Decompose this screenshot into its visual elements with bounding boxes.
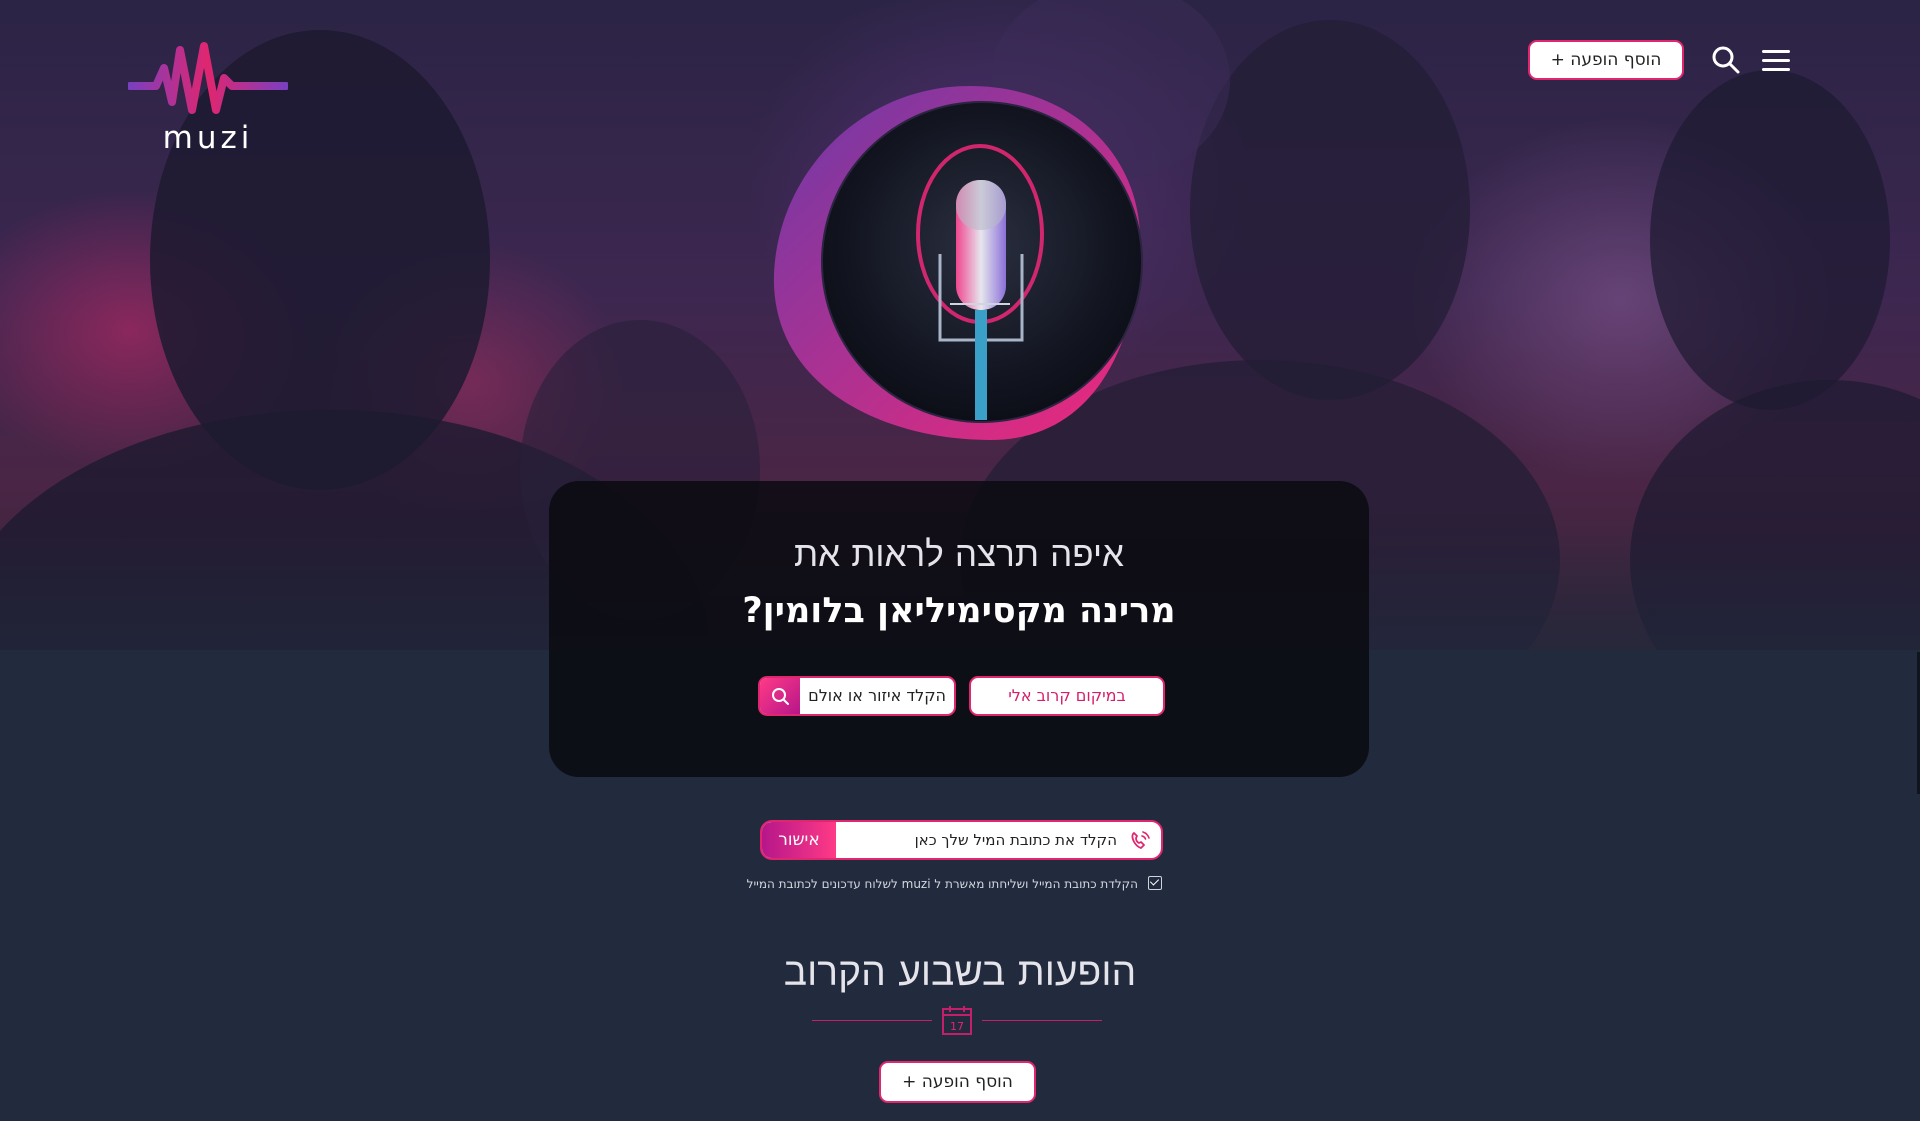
area-search-box[interactable]: הקלד איזור או אולם [758,676,956,716]
calendar-icon: 17 [942,1006,972,1035]
panel-subtitle: איפה תרצה לראות את [793,535,1125,575]
title-divider-left [812,1020,932,1021]
artist-avatar [773,86,1143,440]
muzi-logo[interactable]: muzi [126,38,290,156]
search-icon [772,688,789,705]
consent-checkbox[interactable] [1148,876,1162,890]
near-me-button[interactable]: במיקום קרוב אלי [969,676,1165,716]
consent-text: הקלדת כתובת המייל ושליחתו מאשרת ל muzi ל… [746,877,1138,891]
area-search-submit[interactable] [760,678,800,714]
email-input[interactable]: הקלד את כתובת המיל שלך כאן [915,822,1117,858]
search-icon[interactable] [1712,46,1740,74]
logo-wordmark: muzi [162,120,254,156]
add-show-button-bottom[interactable]: + הוסף הופעה [879,1061,1036,1103]
title-divider-right [982,1020,1102,1021]
newsletter-consent: הקלדת כתובת המייל ושליחתו מאשרת ל muzi ל… [747,875,1162,893]
area-search-input[interactable]: הקלד איזור או אולם [808,678,946,714]
menu-icon[interactable] [1762,50,1790,72]
phone-icon [1131,831,1150,849]
calendar-day: 17 [950,1020,964,1033]
location-search-panel: איפה תרצה לראות את מרינה מקסימיליאן בלומ… [549,481,1369,777]
newsletter-submit-button[interactable]: אישור [762,822,836,858]
newsletter-email-box[interactable]: אישור הקלד את כתובת המיל שלך כאן [760,820,1163,860]
artist-question: מרינה מקסימיליאן בלומין? [742,591,1176,631]
upcoming-shows-title: הופעות בשבוע הקרוב [783,950,1137,995]
add-show-button[interactable]: + הוסף הופעה [1528,40,1684,80]
